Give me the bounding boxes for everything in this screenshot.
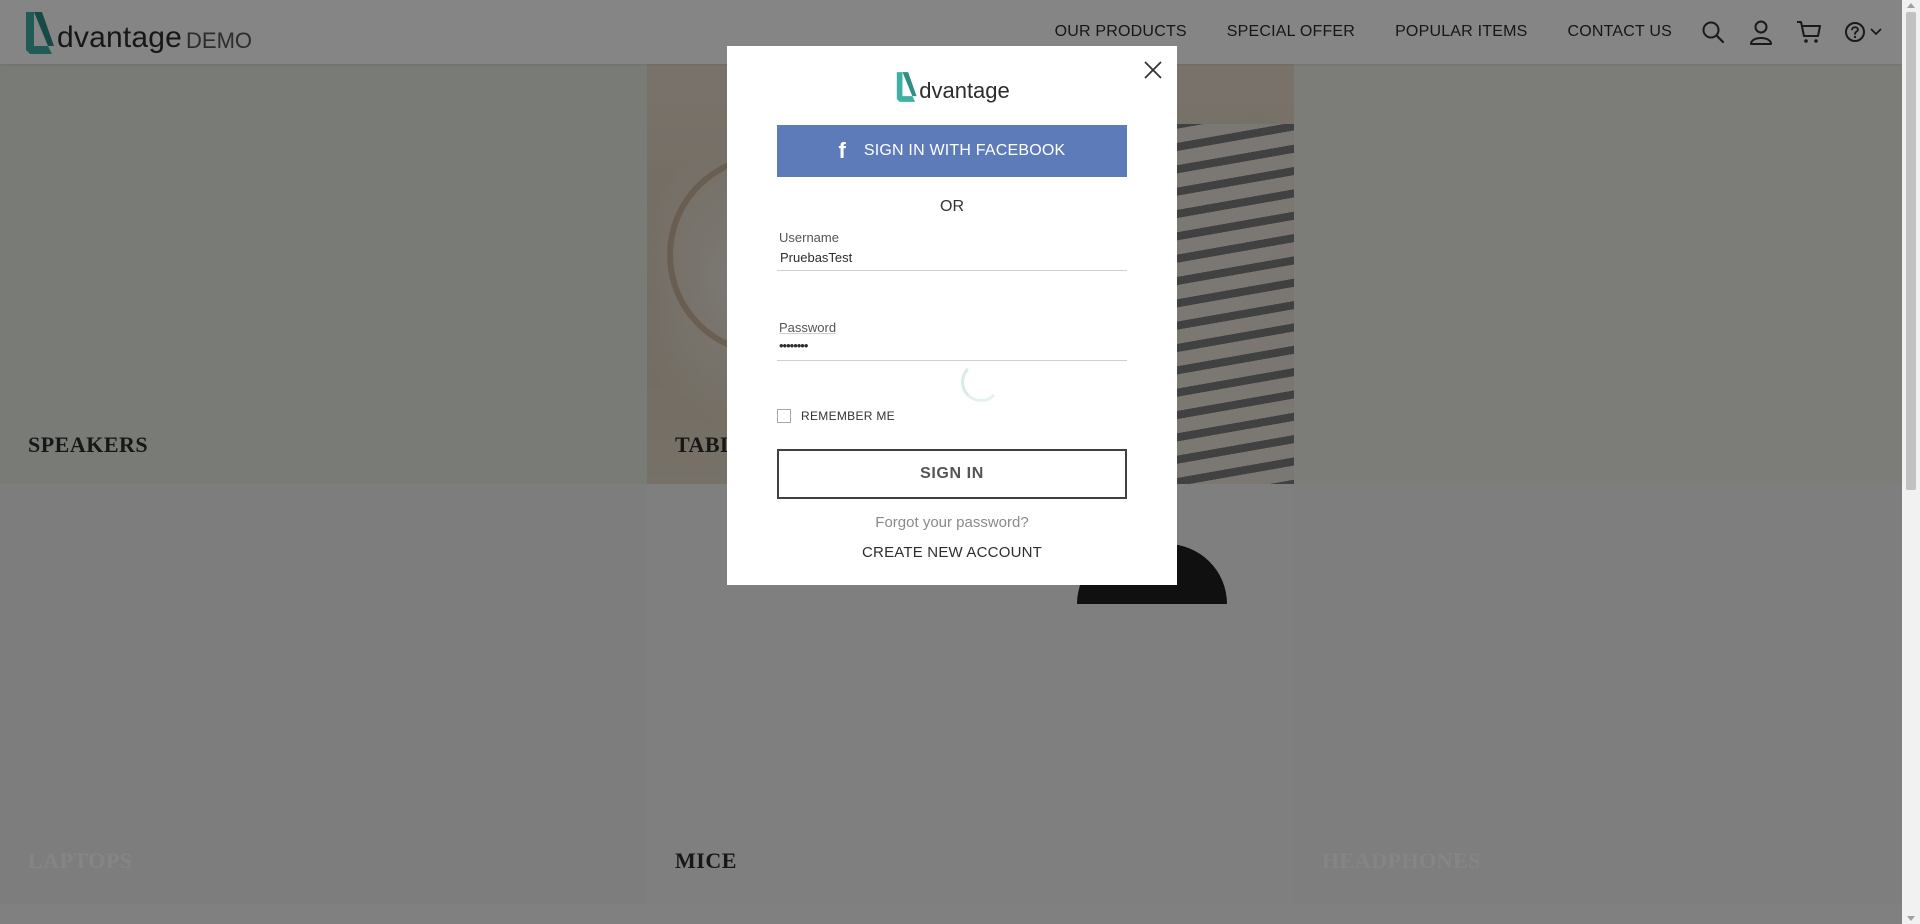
modal-logo: dvantage	[727, 70, 1177, 104]
sign-in-button[interactable]: SIGN IN	[777, 449, 1127, 499]
scroll-thumb[interactable]	[1906, 12, 1916, 490]
username-label: Username	[779, 230, 839, 245]
login-modal: dvantage f SIGN IN WITH FACEBOOK OR User…	[727, 46, 1177, 585]
username-field[interactable]: Username	[777, 228, 1127, 271]
password-input[interactable]: ••••••••	[779, 338, 1109, 353]
remember-me-checkbox[interactable]	[777, 409, 791, 423]
password-field[interactable]: Password ••••••••	[777, 318, 1127, 402]
scroll-down-icon[interactable]	[1907, 916, 1915, 921]
advantage-logo-icon	[897, 72, 917, 102]
facebook-icon: f	[838, 138, 846, 163]
loading-spinner-icon	[961, 362, 1001, 402]
remember-me-label: REMEMBER ME	[801, 409, 895, 423]
forgot-password-link[interactable]: Forgot your password?	[727, 514, 1177, 531]
username-input[interactable]	[780, 250, 1110, 265]
or-divider: OR	[940, 198, 964, 215]
scroll-up-icon[interactable]	[1907, 3, 1915, 8]
password-label: Password	[779, 320, 837, 335]
page-scrollbar[interactable]	[1902, 0, 1920, 924]
facebook-button-label: SIGN IN WITH FACEBOOK	[863, 142, 1066, 159]
page: dvantage DEMO OUR PRODUCTS SPECIAL OFFER…	[0, 0, 1920, 924]
sign-in-with-facebook-button[interactable]: f SIGN IN WITH FACEBOOK	[777, 125, 1127, 177]
create-new-account-link[interactable]: CREATE NEW ACCOUNT	[727, 544, 1177, 561]
modal-logo-text: dvantage	[919, 78, 1010, 103]
remember-me[interactable]: REMEMBER ME	[777, 409, 895, 423]
